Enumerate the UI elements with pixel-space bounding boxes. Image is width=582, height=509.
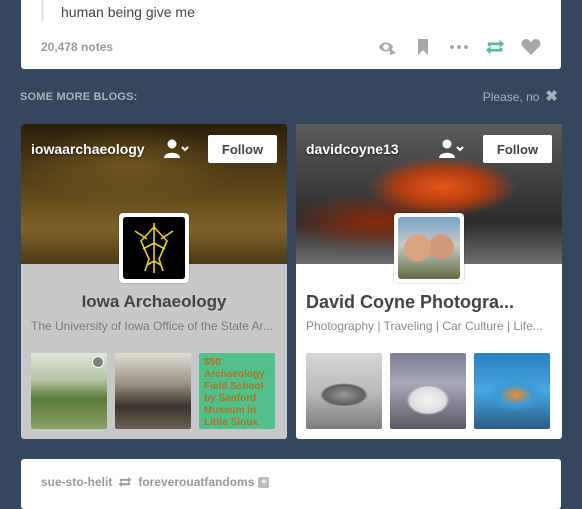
reblogger-link[interactable]: sue-sto-helit [41,475,112,489]
blog-card-iowaarchaeology[interactable]: iowaarchaeology Follow Iowa Archaeology … [21,124,287,439]
blog-description: Photography | Traveling | Car Culture | … [306,319,543,333]
dismiss-label: Please, no [482,89,540,104]
blog-username[interactable]: davidcoyne13 [306,141,399,157]
avatar[interactable] [119,213,189,283]
blog-title[interactable]: Iowa Archaeology [21,292,287,312]
post-card: human being give me 20,478 notes [21,0,561,69]
next-post-card: sue-sto-helit foreverouatfandoms + [21,459,561,509]
person-dropdown-icon[interactable] [163,138,191,160]
post-thumbnail[interactable] [474,353,550,429]
photoset-badge-icon [92,356,104,368]
blog-username[interactable]: iowaarchaeology [31,141,145,157]
person-dropdown-icon[interactable] [438,138,466,160]
archaeology-logo-icon [123,217,185,279]
blog-description: The University of Iowa Office of the Sta… [31,319,273,333]
reblog-small-icon [118,476,132,488]
follow-plus-icon[interactable]: + [258,476,270,488]
notes-count[interactable]: 20,478 notes [41,40,113,54]
post-thumbnail[interactable] [31,353,107,429]
follow-button[interactable]: Follow [483,135,552,163]
source-link[interactable]: foreverouatfandoms [138,475,254,489]
dismiss-button[interactable]: Please, no ✖ [483,89,558,104]
recent-posts [306,353,558,429]
share-icon[interactable] [377,37,397,57]
post-thumbnail-text[interactable]: $50 Archaeology Field School by Sanford … [199,353,275,429]
heart-icon[interactable] [521,37,541,57]
follow-button[interactable]: Follow [208,135,277,163]
blog-card-davidcoyne13[interactable]: davidcoyne13 Follow David Coyne Photogra… [296,124,562,439]
post-text: human being give me [61,4,195,20]
recent-posts: $50 Archaeology Field School by Sanford … [31,353,283,429]
avatar[interactable] [394,213,464,283]
bookmark-icon[interactable] [413,37,433,57]
post-actions [361,37,541,57]
post-thumbnail[interactable] [115,353,191,429]
reblog-attribution: sue-sto-helit foreverouatfandoms + [41,475,270,489]
close-icon[interactable]: ✖ [545,89,558,104]
section-title: SOME MORE BLOGS: [20,91,138,103]
blog-title[interactable]: David Coyne Photogra... [306,292,552,313]
thumbnail-caption: $50 Archaeology Field School by Sanford … [204,357,265,428]
more-icon[interactable] [449,37,469,57]
quote-bar [41,0,44,22]
post-thumbnail[interactable] [390,353,466,429]
post-thumbnail[interactable] [306,353,382,429]
reblog-icon[interactable] [485,37,505,57]
